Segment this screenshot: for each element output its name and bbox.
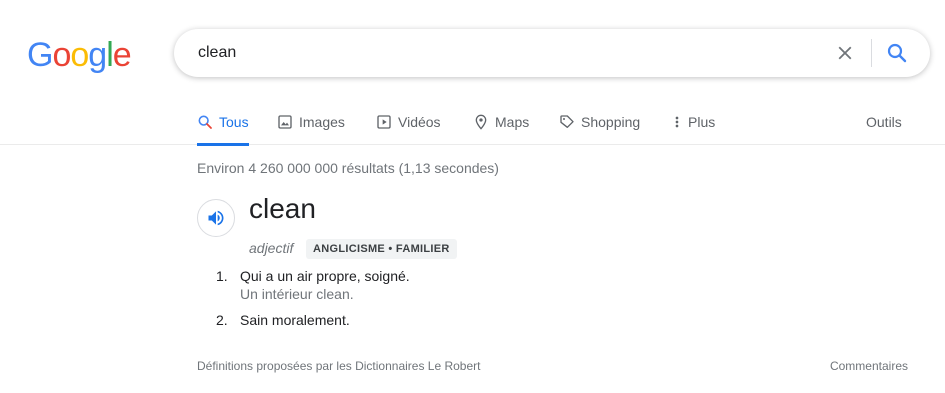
definition-number: 2. [216,312,228,328]
tab-label: Shopping [581,113,641,130]
usage-badge: ANGLICISME • FAMILIER [306,239,457,259]
definitions-source: Définitions proposées par les Dictionnai… [197,359,481,373]
tab-maps[interactable]: Maps [473,98,529,145]
tab-images[interactable]: Images [277,98,345,145]
google-logo[interactable]: Google [27,36,132,75]
search-tabs: Tous Images Vidéos Maps Shopping Plus Ou… [0,98,945,146]
pronunciation-button[interactable] [197,199,235,237]
search-input[interactable]: clean [198,29,236,77]
tag-icon [560,114,574,128]
speaker-icon [208,210,224,226]
logo-letter: o [70,36,89,74]
logo-letter: g [88,36,107,74]
tab-more[interactable]: Plus [672,98,715,145]
close-icon[interactable] [834,42,856,64]
part-of-speech: adjectif [249,240,294,256]
tab-label: Maps [495,113,530,130]
tab-label: Vidéos [398,113,441,130]
definition-example: Un intérieur clean. [240,286,354,302]
play-icon [377,114,391,129]
definitions-list: 1. Qui a un air propre, soigné. Un intér… [216,268,816,338]
tab-label: Images [299,113,345,130]
search-icon [198,115,212,129]
tools-label: Outils [866,113,902,130]
dictionary-word: clean [249,193,316,224]
tab-videos[interactable]: Vidéos [376,98,441,145]
logo-letter: o [52,36,71,74]
definition-item: 1. Qui a un air propre, soigné. Un intér… [216,268,816,303]
search-icon[interactable] [885,41,909,65]
tab-shopping[interactable]: Shopping [559,98,640,145]
definition-item: 2. Sain moralement. [216,312,816,329]
logo-letter: e [112,36,132,74]
search-divider [871,39,872,67]
feedback-link[interactable]: Commentaires [830,359,908,373]
tab-label: Plus [688,113,716,130]
search-box[interactable]: clean [174,29,930,77]
tools-button[interactable]: Outils [866,98,902,145]
definition-text: Sain moralement. [240,312,350,328]
image-icon [278,114,292,129]
tab-label: Tous [219,113,249,130]
results-stats: Environ 4 260 000 000 résultats (1,13 se… [197,160,499,176]
definition-text: Qui a un air propre, soigné. [240,268,410,284]
definition-number: 1. [216,268,228,284]
more-vert-icon [675,116,679,127]
tab-all[interactable]: Tous [197,98,249,146]
logo-letter: G [27,36,53,74]
pin-icon [475,114,487,130]
